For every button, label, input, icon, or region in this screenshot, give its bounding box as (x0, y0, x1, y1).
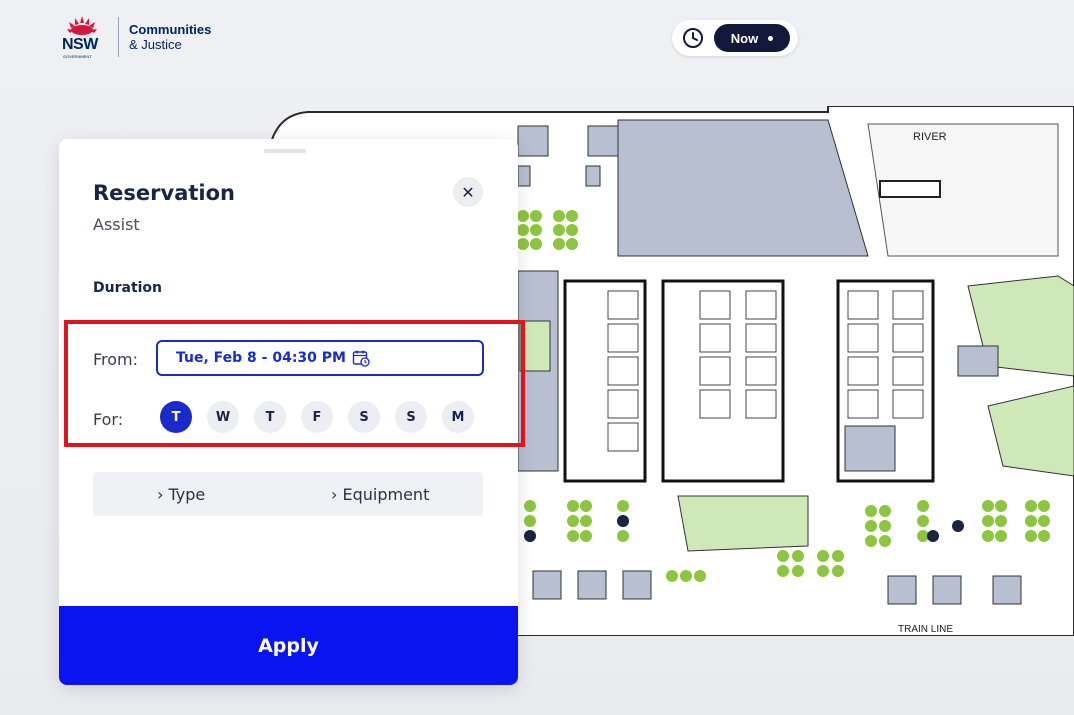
nsw-wordmark: NSW (62, 36, 98, 53)
train-line-label: TRAIN LINE (898, 624, 953, 635)
logo-divider (118, 17, 119, 57)
duration-label: Duration (93, 280, 163, 296)
day-button-wed[interactable]: W (207, 401, 239, 433)
type-filter-toggle[interactable]: › Type (157, 485, 205, 504)
close-button[interactable]: ✕ (453, 177, 483, 207)
day-button-sat[interactable]: S (348, 401, 380, 433)
day-button-fri[interactable]: F (301, 401, 333, 433)
filter-bar: › Type › Equipment (93, 472, 483, 516)
panel-title: Reservation (93, 181, 235, 205)
calendar-clock-icon (352, 350, 370, 367)
waratah-logo-icon: NSW GOVERNMENT (60, 14, 104, 60)
day-button-mon[interactable]: M (442, 401, 474, 433)
from-datetime-field[interactable]: Tue, Feb 8 - 04:30 PM (156, 340, 484, 376)
for-label: For: (93, 410, 124, 429)
brand-logo: NSW GOVERNMENT Communities & Justice (60, 14, 211, 60)
from-datetime-value: Tue, Feb 8 - 04:30 PM (176, 350, 346, 366)
department-name: Communities & Justice (129, 22, 212, 52)
from-label: From: (93, 350, 139, 369)
drag-handle[interactable] (264, 149, 306, 153)
dropdown-dot-icon (768, 35, 774, 41)
government-wordmark: GOVERNMENT (63, 54, 92, 59)
close-icon: ✕ (461, 182, 475, 202)
river-label: RIVER (913, 131, 947, 143)
day-selector: T W T F S S M (160, 401, 474, 433)
day-button-tue[interactable]: T (160, 401, 192, 433)
equipment-filter-toggle[interactable]: › Equipment (331, 485, 429, 504)
now-button[interactable]: Now (714, 24, 790, 52)
time-selector[interactable]: Now (672, 20, 798, 56)
clock-icon (683, 28, 703, 48)
reservation-panel: Reservation Assist ✕ Duration From: Tue,… (59, 139, 518, 685)
apply-button[interactable]: Apply (59, 606, 518, 685)
day-button-thu[interactable]: T (254, 401, 286, 433)
panel-subtitle: Assist (93, 215, 140, 234)
day-button-sun[interactable]: S (395, 401, 427, 433)
